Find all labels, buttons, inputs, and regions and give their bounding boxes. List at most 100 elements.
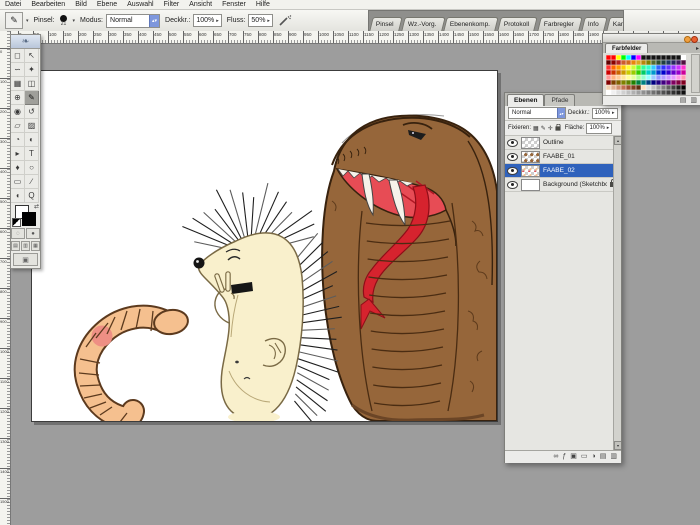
path-selection-tool-icon[interactable]: ▸ (11, 147, 25, 161)
document-canvas[interactable] (31, 70, 498, 422)
delete-swatch-icon[interactable]: ▥ (690, 96, 697, 106)
delete-layer-icon[interactable]: ▥ (610, 452, 617, 462)
tab-pfade[interactable]: Pfade (544, 94, 575, 106)
menu-bearbeiten[interactable]: Bearbeiten (26, 1, 70, 8)
close-icon[interactable] (691, 36, 698, 43)
layer-row-faabe-01[interactable]: FAABE_01 (505, 150, 621, 164)
menu-auswahl[interactable]: Auswahl (122, 1, 158, 8)
scroll-up-icon[interactable]: ▴ (614, 136, 621, 145)
layer-mask-icon[interactable]: ▣ (570, 452, 577, 462)
link-layers-icon[interactable]: ∞ (553, 452, 558, 462)
slider-arrow-icon[interactable]: ▸ (607, 125, 612, 131)
layer-row-background-sketchbook-[interactable]: Background (Sketchbook) (505, 178, 621, 192)
adjustment-layer-icon[interactable]: ◑ (592, 452, 596, 462)
layer-thumbnail[interactable] (521, 165, 540, 177)
gradient-tool-icon[interactable]: ▨ (25, 119, 39, 133)
type-tool-icon[interactable]: T (25, 147, 39, 161)
eyedropper-tool-icon[interactable]: ∕ (25, 175, 39, 189)
layer-row-outline[interactable]: Outline (505, 136, 621, 150)
well-tab-info[interactable]: Info (581, 17, 607, 31)
well-tab-pinsel[interactable]: Pinsel (369, 17, 402, 31)
layer-opacity-input[interactable]: 100% ▸ (592, 108, 618, 119)
menu-ansicht[interactable]: Ansicht (184, 1, 217, 8)
marquee-tool-icon[interactable]: ◻ (11, 49, 25, 63)
quick-mask-button[interactable]: ● (26, 228, 40, 239)
layers-scrollbar[interactable]: ▴ ▾ (613, 136, 621, 450)
shape-tool-icon[interactable]: ○ (25, 161, 39, 175)
toolbox-titlebar[interactable]: ❧ (11, 35, 40, 49)
slider-arrow-icon[interactable]: ▸ (267, 18, 272, 24)
dodge-tool-icon[interactable]: ◐ (25, 133, 39, 147)
layer-thumbnail[interactable] (521, 151, 540, 163)
opacity-input[interactable]: 100% ▸ (193, 14, 221, 27)
layer-style-icon[interactable]: ƒ (562, 452, 566, 462)
well-tab-wz-vorg-[interactable]: Wz.-Vorg. (401, 17, 445, 31)
blur-tool-icon[interactable]: ◔ (11, 133, 25, 147)
menu-bild[interactable]: Bild (70, 1, 92, 8)
well-tab-protokoll[interactable]: Protokoll (498, 17, 539, 31)
clone-stamp-tool-icon[interactable]: ◉ (11, 105, 25, 119)
well-tab-kan-le[interactable]: Kanäle (606, 17, 624, 31)
scroll-down-icon[interactable]: ▾ (614, 441, 621, 450)
fullscreen-button[interactable]: ▦ (31, 241, 40, 251)
well-tab-ebenenkomp-[interactable]: Ebenenkomp. (444, 17, 500, 31)
magic-wand-tool-icon[interactable]: ✦ (25, 63, 39, 77)
visibility-eye-icon[interactable] (507, 153, 518, 161)
lock-pixels-icon[interactable]: ✎ (541, 125, 546, 132)
move-tool-icon[interactable]: ↖ (25, 49, 39, 63)
healing-brush-tool-icon[interactable]: ⊕ (11, 91, 25, 105)
flow-input[interactable]: 50% ▸ (248, 14, 273, 27)
menu-ebene[interactable]: Ebene (92, 1, 122, 8)
visibility-eye-icon[interactable] (507, 139, 518, 147)
lock-position-icon[interactable]: ✛ (548, 125, 553, 132)
new-layer-icon[interactable]: ▤ (600, 452, 607, 462)
layer-blend-mode-select[interactable]: Normal ▴▾ (508, 107, 566, 119)
history-brush-tool-icon[interactable]: ↺ (25, 105, 39, 119)
combo-stepper-icon[interactable]: ▴▾ (557, 108, 565, 118)
new-swatch-icon[interactable]: ▤ (680, 96, 687, 106)
swatches-titlebar[interactable] (603, 34, 700, 43)
blend-mode-select[interactable]: Normal ▴▾ (106, 14, 160, 28)
menu-datei[interactable]: Datei (0, 1, 26, 8)
layer-fill-input[interactable]: 100% ▸ (586, 123, 612, 134)
slider-arrow-icon[interactable]: ▸ (612, 110, 617, 116)
menu-hilfe[interactable]: Hilfe (251, 1, 275, 8)
visibility-eye-icon[interactable] (507, 181, 518, 189)
layer-thumbnail[interactable] (521, 137, 540, 149)
lock-transparency-icon[interactable]: ▦ (533, 125, 539, 132)
menu-filter[interactable]: Filter (159, 1, 185, 8)
panel-menu-icon[interactable]: ▸ (696, 45, 699, 52)
tab-ebenen[interactable]: Ebenen (507, 94, 544, 106)
color-swatch[interactable] (681, 90, 686, 95)
slider-arrow-icon[interactable]: ▸ (216, 18, 221, 24)
brush-tool-icon[interactable]: ✎ (25, 91, 39, 105)
imageready-button[interactable]: ▣ (13, 253, 38, 266)
crop-tool-icon[interactable]: ▦ (11, 77, 25, 91)
new-group-icon[interactable]: ▭ (581, 452, 588, 462)
airbrush-icon[interactable] (278, 14, 292, 28)
eraser-tool-icon[interactable]: ▱ (11, 119, 25, 133)
default-colors-icon[interactable] (12, 218, 21, 227)
layer-row-faabe-02[interactable]: FAABE_02 (505, 164, 621, 178)
well-tab-farbregler[interactable]: Farbregler (537, 17, 582, 31)
fullscreen-menu-button[interactable]: ▥ (21, 241, 30, 251)
standard-mode-button[interactable]: ◌ (11, 228, 25, 239)
visibility-eye-icon[interactable] (507, 167, 518, 175)
combo-stepper-icon[interactable]: ▴▾ (149, 15, 159, 27)
notes-tool-icon[interactable]: ▭ (11, 175, 25, 189)
brush-preset-picker[interactable]: 21 (58, 13, 70, 28)
brush-tool-icon[interactable]: ✎ (5, 12, 23, 29)
tab-farbfelder[interactable]: Farbfelder (605, 43, 648, 53)
minimize-icon[interactable] (684, 36, 691, 43)
lock-all-icon[interactable] (555, 126, 560, 130)
layer-thumbnail[interactable] (521, 179, 540, 191)
slice-tool-icon[interactable]: ◫ (25, 77, 39, 91)
swatches-scrollbar[interactable] (691, 54, 700, 93)
swap-colors-icon[interactable]: ⇄ (34, 203, 39, 210)
lasso-tool-icon[interactable]: ∽ (11, 63, 25, 77)
pen-tool-icon[interactable]: ♦ (11, 161, 25, 175)
background-color-swatch[interactable] (22, 212, 36, 226)
menu-fenster[interactable]: Fenster (217, 1, 251, 8)
zoom-tool-icon[interactable]: Q (25, 189, 39, 203)
standard-screen-button[interactable]: ▤ (11, 241, 20, 251)
